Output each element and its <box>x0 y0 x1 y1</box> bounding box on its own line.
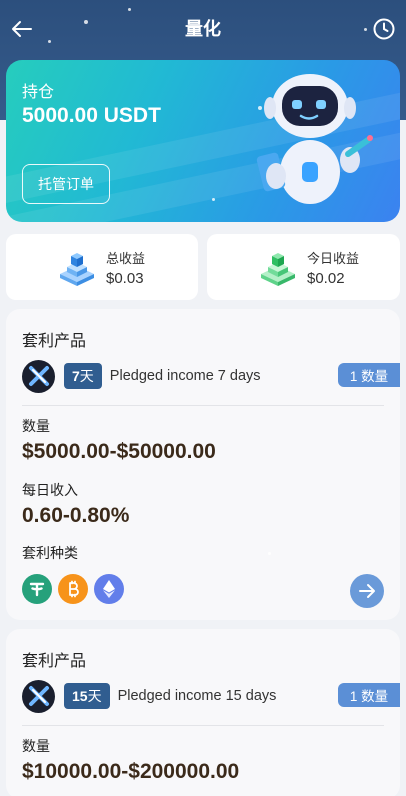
daily-income-range: 0.60-0.80% <box>22 504 130 527</box>
btc-icon <box>58 574 88 604</box>
product-card[interactable]: 套利产品 15 天 Pledged income 15 days 1 数量 数量… <box>6 629 400 796</box>
daily-income-label: 每日收入 <box>22 482 78 498</box>
product-description: Pledged income 7 days <box>109 368 261 384</box>
total-earnings-value: $0.03 <box>106 269 144 287</box>
product-title: 套利产品 <box>22 333 87 350</box>
today-earnings-stat: 今日收益 $0.02 <box>207 234 400 300</box>
holding-amount: 5000.00 USDT <box>22 104 161 127</box>
blue-cube-stack-icon <box>60 253 94 286</box>
product-title: 套利产品 <box>22 653 87 670</box>
today-earnings-label: 今日收益 <box>307 250 360 266</box>
arrow-left-icon[interactable] <box>10 17 34 41</box>
snow-dot <box>268 552 271 555</box>
holding-card: 持仓 5000.00 USDT 托管订单 <box>6 60 400 222</box>
amount-label: 数量 <box>22 738 50 754</box>
usdt-icon <box>22 574 52 604</box>
product-logo-icon <box>22 679 55 713</box>
robot-mascot-icon <box>256 74 373 204</box>
holding-label: 持仓 <box>22 84 55 101</box>
page-title: 量化 <box>185 19 221 39</box>
arrow-right-icon[interactable] <box>350 574 384 608</box>
product-logo-icon <box>22 359 55 393</box>
duration-days: 7 <box>72 368 80 384</box>
amount-range: $5000.00-$50000.00 <box>22 440 216 463</box>
divider <box>22 725 384 726</box>
duration-unit: 天 <box>87 688 102 704</box>
clock-icon[interactable] <box>372 17 396 41</box>
duration-badge: 7 天 <box>64 363 102 389</box>
product-description: Pledged income 15 days <box>117 688 277 704</box>
custody-orders-button[interactable]: 托管订单 <box>22 164 110 204</box>
green-cube-stack-icon <box>261 253 295 286</box>
quantity-badge: 1 数量 <box>338 363 400 387</box>
duration-badge: 15 天 <box>64 683 110 709</box>
amount-range: $10000.00-$200000.00 <box>22 760 240 783</box>
app-header: 量化 <box>0 0 406 58</box>
snow-dot <box>258 106 262 110</box>
product-card[interactable]: 套利产品 7 天 Pledged income 7 days 1 数量 数量 $… <box>6 309 400 620</box>
coin-list <box>22 574 124 604</box>
duration-days: 15 <box>72 688 88 704</box>
today-earnings-value: $0.02 <box>307 269 345 287</box>
quantity-badge: 1 数量 <box>338 683 400 707</box>
arbitrage-types-label: 套利种类 <box>22 545 78 561</box>
amount-label: 数量 <box>22 418 50 434</box>
snow-dot <box>150 296 153 299</box>
divider <box>22 405 384 406</box>
snow-dot <box>212 198 215 201</box>
total-earnings-label: 总收益 <box>106 250 146 266</box>
total-earnings-stat: 总收益 $0.03 <box>6 234 198 300</box>
eth-icon <box>94 574 124 604</box>
duration-unit: 天 <box>79 368 94 384</box>
